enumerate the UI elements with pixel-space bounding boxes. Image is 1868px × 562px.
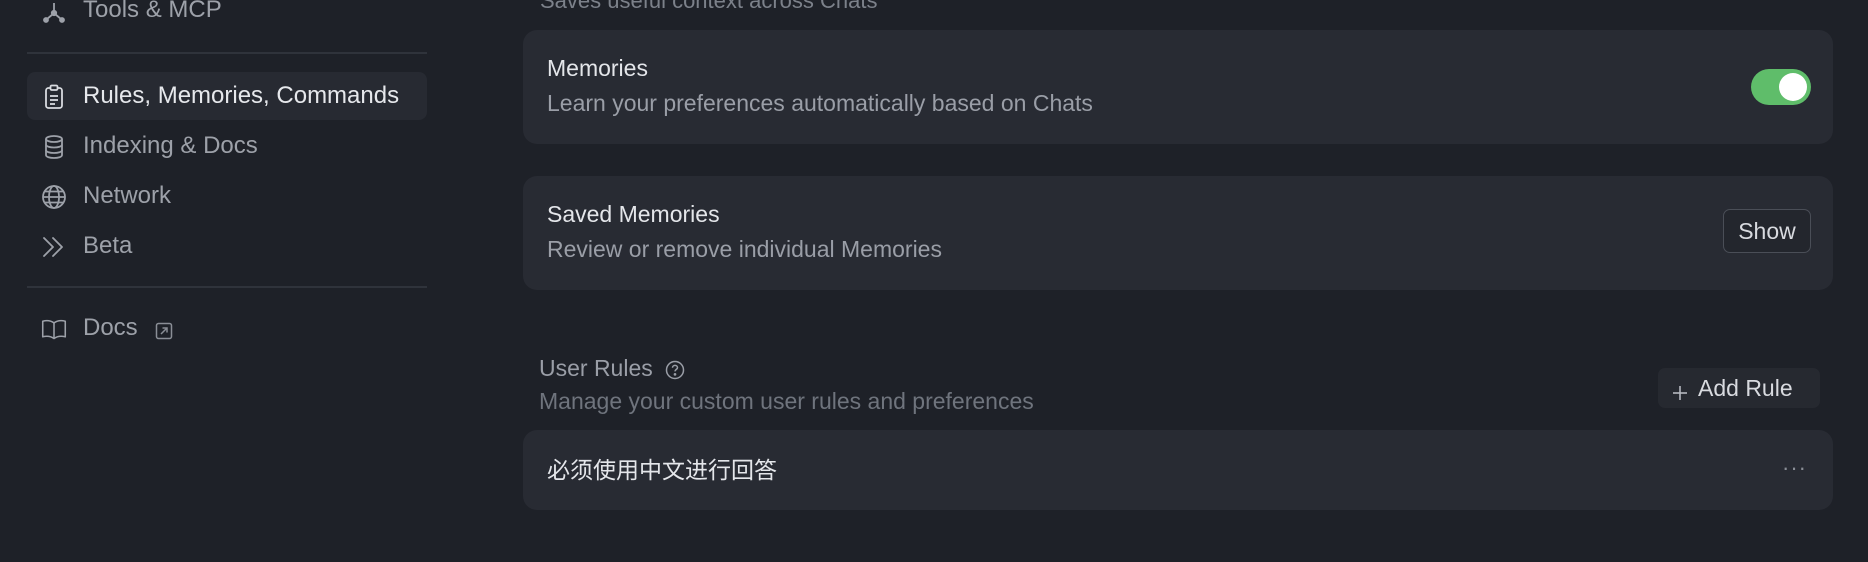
- main-content: Saves useful context across Chats Memori…: [440, 0, 1868, 562]
- sidebar-item-docs[interactable]: Docs: [27, 304, 427, 352]
- saved-memories-card: Saved Memories Review or remove individu…: [523, 176, 1833, 290]
- show-saved-memories-button[interactable]: Show: [1723, 209, 1811, 253]
- more-options-icon[interactable]: ···: [1782, 430, 1807, 506]
- network-nodes-icon: [41, 0, 67, 24]
- memories-title: Memories: [547, 55, 648, 81]
- sidebar-divider: [27, 52, 427, 54]
- sidebar-item-label: Rules, Memories, Commands: [83, 82, 400, 109]
- sidebar: Tools & MCP Rules, Memories, Commands In…: [0, 0, 440, 562]
- sidebar-item-label: Beta: [83, 232, 133, 259]
- user-rules-description: Manage your custom user rules and prefer…: [539, 388, 1034, 414]
- sidebar-item-indexing-docs[interactable]: Indexing & Docs: [27, 122, 427, 170]
- user-rules-header: User Rules: [539, 355, 685, 382]
- book-icon: [41, 316, 67, 342]
- previous-setting-description: Saves useful context across Chats: [540, 0, 878, 13]
- clipboard-icon: [41, 84, 67, 110]
- external-link-icon: [155, 319, 173, 340]
- globe-icon: [41, 184, 67, 210]
- user-rule-text: 必须使用中文进行回答: [547, 457, 777, 483]
- memories-card: Memories Learn your preferences automati…: [523, 30, 1833, 144]
- add-rule-label: Add Rule: [1698, 374, 1793, 401]
- memories-toggle[interactable]: [1751, 69, 1811, 105]
- add-rule-button[interactable]: Add Rule: [1658, 368, 1820, 408]
- database-icon: [41, 134, 67, 160]
- user-rule-row[interactable]: 必须使用中文进行回答 ···: [523, 430, 1833, 510]
- sidebar-item-label: Tools & MCP: [83, 0, 222, 23]
- sidebar-divider: [27, 286, 427, 288]
- toggle-knob: [1779, 73, 1807, 101]
- sidebar-item-rules-memories-commands[interactable]: Rules, Memories, Commands: [27, 72, 427, 120]
- sidebar-item-label: Network: [83, 182, 172, 209]
- saved-memories-title: Saved Memories: [547, 201, 720, 227]
- saved-memories-description: Review or remove individual Memories: [547, 236, 942, 262]
- sidebar-item-label: Indexing & Docs: [83, 132, 258, 159]
- sidebar-item-beta[interactable]: Beta: [27, 222, 427, 270]
- double-chevron-right-icon: [41, 234, 67, 260]
- sidebar-item-label: Docs: [83, 314, 138, 341]
- sidebar-item-tools-mcp[interactable]: Tools & MCP: [27, 0, 427, 34]
- help-icon[interactable]: [665, 359, 685, 379]
- user-rules-title: User Rules: [539, 355, 653, 381]
- plus-icon: [1672, 380, 1688, 400]
- memories-description: Learn your preferences automatically bas…: [547, 90, 1093, 116]
- sidebar-item-network[interactable]: Network: [27, 172, 427, 220]
